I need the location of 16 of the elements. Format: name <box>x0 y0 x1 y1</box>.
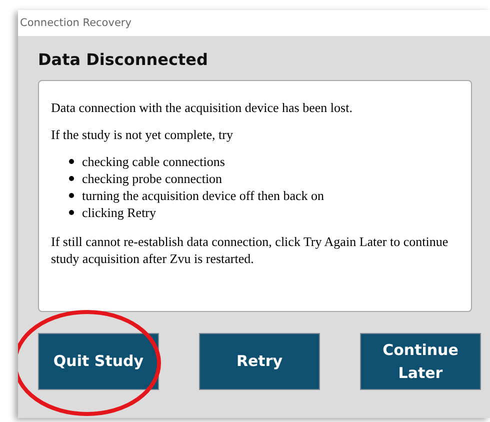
step-text: checking cable connections <box>82 154 225 170</box>
action-button[interactable]: Quit Study <box>38 333 159 390</box>
bullet-icon <box>69 193 74 198</box>
bullet-icon <box>69 210 74 215</box>
bullet-icon <box>69 159 74 164</box>
step-text: clicking Retry <box>82 204 156 220</box>
step-text: turning the acquisition device off then back on <box>82 188 324 204</box>
message-text: If the study is not yet complete, try <box>51 126 234 143</box>
step-text: checking probe connection <box>82 170 222 186</box>
bullet-icon <box>69 176 74 181</box>
message-text: Data connection with the acquisition device has been lost. <box>51 99 354 116</box>
action-button[interactable]: Retry <box>199 333 320 390</box>
dialog-heading: Data Disconnected <box>38 50 209 71</box>
window-title: Connection Recovery <box>20 17 132 29</box>
action-button[interactable]: Continue Later <box>360 333 481 390</box>
message-text: If still cannot re-establish data connection, click Try Again Later to continue study acquisition after Zvu is restarted. <box>51 233 450 267</box>
